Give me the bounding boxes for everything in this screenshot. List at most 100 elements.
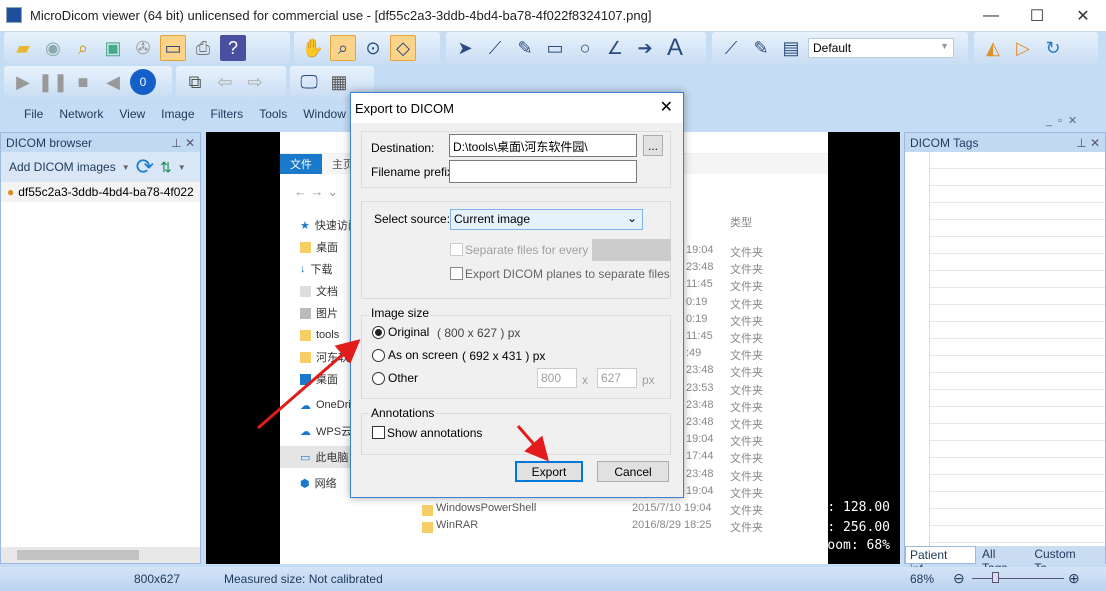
dicom-browser-panel: DICOM browser ⊥ ✕ Add DICOM images ▼ ⟳ ⇅ ▼ … bbox=[0, 132, 201, 564]
dialog-close-button[interactable]: ✕ bbox=[660, 97, 673, 117]
other-radio[interactable] bbox=[372, 372, 385, 385]
pause-icon[interactable]: ❚❚ bbox=[38, 69, 68, 95]
app-icon bbox=[6, 7, 22, 23]
toolbar-annotate: ➤ ⟋ ✎ ▭ ○ ∠ ➔ A bbox=[446, 32, 706, 64]
tab-all-tags[interactable]: All Tags bbox=[976, 546, 1028, 575]
close-button[interactable]: ✕ bbox=[1060, 0, 1106, 31]
pin-icon[interactable]: ⊥ bbox=[171, 136, 181, 150]
windows-icon[interactable]: ⧉ bbox=[182, 69, 208, 95]
list-item[interactable]: ● df55c2a3-3ddb-4bd4-ba78-4f022f bbox=[1, 182, 200, 202]
panel-title: DICOM Tags bbox=[910, 135, 979, 150]
other-height-input[interactable]: 627 bbox=[597, 368, 637, 388]
menu-file[interactable]: File bbox=[16, 107, 51, 121]
file-row: WindowsPowerShell 2015/7/10 19:04 文件夹 bbox=[280, 502, 828, 519]
export-dialog: Export to DICOM ✕ Destination: D:\tools\… bbox=[350, 92, 684, 498]
toolbar-playback: ▶ ❚❚ ■ ◀ 0 bbox=[4, 66, 172, 98]
sort-icon[interactable]: ⇅ bbox=[160, 159, 172, 176]
source-select[interactable]: Current image ⌄ bbox=[450, 209, 643, 230]
show-annotations-checkbox[interactable] bbox=[372, 426, 385, 439]
arrow-icon[interactable]: ➔ bbox=[632, 35, 658, 61]
print-icon[interactable]: ⎙ bbox=[190, 35, 216, 61]
frame-counter-icon[interactable]: 0 bbox=[130, 69, 156, 95]
text-icon[interactable]: A bbox=[662, 34, 688, 61]
save-icon[interactable]: ▤ bbox=[778, 35, 804, 61]
overlay-window-center: : 128.00 bbox=[827, 500, 890, 515]
overlay-window-width: : 256.00 bbox=[827, 520, 890, 535]
file-row: WinRAR 2016/8/29 18:25 文件夹 bbox=[280, 519, 828, 536]
menu-view[interactable]: View bbox=[111, 107, 153, 121]
zoom-out-icon[interactable]: ⊖ bbox=[953, 570, 965, 587]
menu-network[interactable]: Network bbox=[51, 107, 111, 121]
pencil-icon[interactable]: ✎ bbox=[748, 35, 774, 61]
help-icon[interactable]: ? bbox=[220, 35, 246, 61]
forward-icon[interactable]: ⇨ bbox=[242, 69, 268, 95]
tab-patient-info[interactable]: Patient inf... bbox=[905, 546, 977, 576]
ellipse-icon[interactable]: ○ bbox=[572, 35, 598, 61]
mdi-controls[interactable]: _▫✕ bbox=[1046, 114, 1083, 127]
add-dicom-images-button[interactable]: Add DICOM images bbox=[9, 160, 116, 174]
rectangle-icon[interactable]: ▭ bbox=[542, 35, 568, 61]
layout-grid-icon[interactable]: ▦ bbox=[326, 69, 352, 95]
tags-tabs: Patient inf... All Tags Custom Ta... bbox=[905, 546, 1105, 576]
stop-icon[interactable]: ■ bbox=[70, 69, 96, 95]
maximize-button[interactable]: ☐ bbox=[1014, 0, 1060, 31]
angle-icon[interactable]: ∠ bbox=[602, 35, 628, 61]
actual-size-icon[interactable]: ⊙ bbox=[360, 35, 386, 61]
measured-size: Measured size: Not calibrated bbox=[224, 572, 383, 586]
previous-icon[interactable]: ◀ bbox=[100, 69, 126, 95]
filename-prefix-input[interactable] bbox=[449, 160, 637, 183]
minimize-button[interactable]: — bbox=[968, 0, 1014, 31]
zoom-slider[interactable] bbox=[972, 572, 1064, 583]
menu-window[interactable]: Window bbox=[295, 107, 354, 121]
title-bar: MicroDicom viewer (64 bit) unlicensed fo… bbox=[0, 0, 1106, 31]
original-radio[interactable] bbox=[372, 326, 385, 339]
pan-hand-icon[interactable]: ✋ bbox=[300, 35, 326, 61]
fit-icon[interactable]: ◇ bbox=[390, 35, 416, 61]
pen-icon[interactable]: ✎ bbox=[512, 35, 538, 61]
other-width-input[interactable]: 800 bbox=[537, 368, 577, 388]
panel-close-icon[interactable]: ✕ bbox=[185, 136, 195, 150]
window-title: MicroDicom viewer (64 bit) unlicensed fo… bbox=[30, 8, 652, 23]
overlay-zoom: oom: 68% bbox=[827, 538, 890, 553]
search-folder-icon[interactable]: ⌕ bbox=[70, 35, 96, 61]
preset-select[interactable]: Default ▼ bbox=[808, 38, 954, 58]
flip-horizontal-icon[interactable]: ◭ bbox=[980, 35, 1006, 61]
status-bar: 800x627 Measured size: Not calibrated 68… bbox=[0, 567, 1106, 591]
menu-bar: File Network View Image Filters Tools Wi… bbox=[0, 100, 350, 128]
ruler-icon[interactable]: ⟋ bbox=[482, 35, 508, 61]
monitor-icon[interactable]: 🖵 bbox=[296, 69, 322, 95]
cd-icon[interactable]: ◉ bbox=[40, 35, 66, 61]
toolbar-file: ▰ ◉ ⌕ ▣ ✇ ▭ ⎙ ? bbox=[4, 32, 290, 64]
panel-title: DICOM browser bbox=[6, 135, 93, 150]
pointer-icon[interactable]: ➤ bbox=[452, 35, 478, 61]
open-folder-icon[interactable]: ▰ bbox=[10, 35, 36, 61]
zoom-value: 68% bbox=[910, 572, 935, 586]
zoom-in-icon[interactable]: ⊕ bbox=[1068, 570, 1080, 587]
refresh-icon[interactable]: ⟳ bbox=[136, 154, 154, 180]
tab-custom-tags[interactable]: Custom Ta... bbox=[1028, 546, 1105, 575]
as-on-screen-radio[interactable] bbox=[372, 349, 385, 362]
zoom-icon[interactable]: ⌕ bbox=[330, 35, 356, 61]
movie-icon[interactable]: ✇ bbox=[130, 35, 156, 61]
back-icon[interactable]: ⇦ bbox=[212, 69, 238, 95]
scanner-icon[interactable]: ▭ bbox=[160, 35, 186, 61]
separate-every-select[interactable] bbox=[592, 239, 671, 261]
separate-planes-checkbox[interactable] bbox=[450, 267, 463, 280]
flip-vertical-icon[interactable]: ▷ bbox=[1010, 35, 1036, 61]
browse-button[interactable]: ... bbox=[643, 135, 663, 156]
menu-image[interactable]: Image bbox=[153, 107, 202, 121]
horizontal-scrollbar[interactable] bbox=[1, 547, 200, 563]
separate-files-checkbox[interactable] bbox=[450, 243, 463, 256]
cancel-button[interactable]: Cancel bbox=[597, 461, 669, 482]
menu-tools[interactable]: Tools bbox=[251, 107, 295, 121]
line-icon[interactable]: ⟋ bbox=[718, 35, 744, 61]
toolbar-transform: ◭ ▷ ↻ bbox=[974, 32, 1098, 64]
destination-input[interactable]: D:\tools\桌面\河东软件园\ bbox=[449, 134, 637, 157]
play-icon[interactable]: ▶ bbox=[10, 69, 36, 95]
patient-icon: ● bbox=[7, 185, 15, 199]
tags-grid[interactable] bbox=[929, 152, 1105, 546]
rotate-icon[interactable]: ↻ bbox=[1040, 35, 1066, 61]
menu-filters[interactable]: Filters bbox=[203, 107, 252, 121]
export-button[interactable]: Export bbox=[515, 461, 583, 482]
image-icon[interactable]: ▣ bbox=[100, 35, 126, 61]
